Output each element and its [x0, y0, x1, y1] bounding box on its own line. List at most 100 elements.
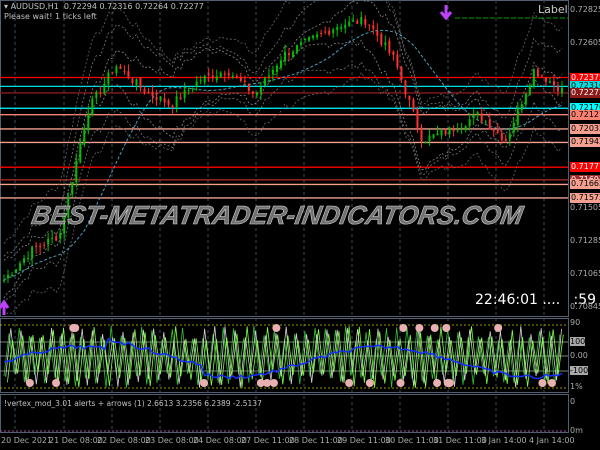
candle-body	[267, 75, 270, 77]
candle-body	[263, 77, 266, 86]
candle-body	[452, 129, 455, 132]
candle-body	[300, 42, 303, 46]
candle-body	[356, 20, 359, 24]
candle-body	[19, 263, 22, 271]
candle-body	[251, 91, 254, 94]
candle-body	[199, 80, 202, 82]
signal-dot	[269, 379, 278, 387]
oscillator-axis-label: 90	[570, 318, 581, 327]
candle-body	[384, 42, 387, 46]
candle-body	[472, 114, 475, 119]
vertex-axis-label: 0	[570, 397, 576, 406]
level-price-label: 0.72272	[570, 87, 600, 98]
candle-body	[536, 69, 539, 77]
time-axis-label: 3 Jan 14:00	[481, 436, 527, 445]
price-axis-label: 0.71505	[570, 203, 600, 212]
candle-body	[247, 83, 250, 92]
candle-body	[31, 246, 34, 259]
candle-body	[183, 89, 186, 99]
sell-arrow-icon	[439, 5, 453, 21]
candle-body	[548, 81, 551, 83]
candle-body	[155, 96, 158, 101]
candle-body	[360, 16, 363, 25]
candle-body	[544, 77, 547, 82]
price-axis-label: 0.72605	[570, 38, 600, 47]
candle-body	[328, 30, 331, 35]
vertex-axis-label: 0m	[570, 426, 583, 435]
envelope-band	[3, 71, 563, 318]
candle-body	[271, 69, 274, 75]
candle-body	[143, 88, 146, 93]
candle-body	[380, 33, 383, 45]
oscillator-axis-label: 100	[570, 337, 586, 346]
candle-body	[432, 134, 435, 138]
candle-body	[147, 91, 150, 93]
candle-body	[460, 127, 463, 129]
candle-body	[15, 269, 18, 274]
signal-dot	[415, 324, 424, 332]
subwindow-title: !vertex_mod_3.01 alerts + arrows (1) 2.6…	[4, 399, 262, 408]
signal-dot	[433, 379, 442, 387]
candle-body	[480, 113, 483, 122]
candle-body	[364, 19, 367, 25]
candle-body	[23, 258, 26, 263]
candle-body	[532, 69, 535, 87]
signal-dot	[494, 324, 503, 332]
candle-body	[448, 127, 451, 135]
candle-body	[516, 108, 519, 125]
candle-body	[175, 96, 178, 108]
candle-body	[312, 35, 315, 38]
candle-body	[524, 93, 527, 105]
label-object[interactable]: Label	[538, 3, 568, 16]
signal-dot	[256, 379, 265, 387]
candle-body	[275, 65, 278, 73]
candle-body	[292, 51, 295, 58]
candle-body	[520, 104, 523, 110]
candle-body	[11, 274, 14, 277]
candle-body	[412, 99, 415, 111]
status-text: Please wait! 1 ticks left	[4, 12, 97, 21]
candle-body	[436, 133, 439, 136]
signal-dot	[71, 324, 80, 332]
candle-body	[71, 182, 74, 195]
candle-body	[39, 246, 42, 248]
candle-body	[404, 80, 407, 95]
time-axis-label: 28 Dec 11:00	[289, 436, 343, 445]
candle-body	[259, 87, 262, 93]
candle-body	[284, 51, 286, 62]
candle-body	[55, 236, 58, 241]
clock-dots: ....	[542, 292, 561, 308]
candle-body	[7, 275, 10, 279]
signal-dot	[547, 379, 556, 387]
candle-body	[223, 73, 226, 75]
candle-body	[35, 245, 38, 247]
candle-body	[348, 21, 351, 27]
candle-body	[239, 76, 242, 81]
candle-body	[508, 133, 511, 140]
candle-body	[27, 257, 30, 259]
envelope-band	[3, 39, 563, 299]
candle-body	[288, 53, 291, 56]
candle-body	[91, 98, 94, 116]
candle-body	[512, 122, 515, 133]
time-axis-label: 4 Jan 14:00	[529, 436, 575, 445]
candle-body	[171, 105, 174, 108]
candle-body	[123, 70, 126, 72]
candle-body	[51, 237, 54, 239]
candle-body	[131, 78, 134, 84]
price-axis-label: 0.71065	[570, 269, 600, 278]
candle-body	[163, 98, 166, 103]
candle-body	[3, 280, 5, 282]
candle-body	[476, 112, 479, 116]
candle-body	[528, 85, 531, 95]
symbol-header: ▾ AUDUSD,H1 0.72294 0.72316 0.72264 0.72…	[4, 2, 204, 11]
level-price-label: 0.72032	[570, 123, 600, 134]
candle-body	[59, 233, 62, 239]
candle-body	[179, 97, 182, 100]
time-axis-label: 30 Dec 11:00	[385, 436, 439, 445]
candle-body	[195, 81, 198, 87]
candle-body	[400, 66, 403, 80]
clock-time: 22:46:01	[475, 292, 538, 308]
candle-body	[83, 128, 86, 145]
candle-body	[151, 91, 154, 97]
